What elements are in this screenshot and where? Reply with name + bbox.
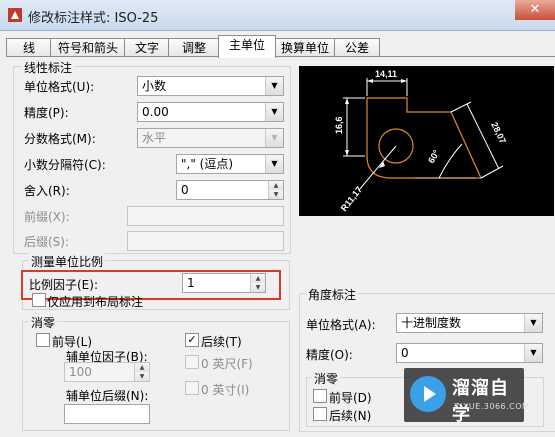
watermark-name: 溜溜自学 [452, 378, 509, 425]
tab-lines[interactable]: 线 [6, 38, 52, 57]
preview-dim-top: 14,11 [375, 69, 397, 79]
decimal-separator-value: "," (逗点) [181, 157, 234, 171]
precision-select[interactable]: 0.00 ▼ [137, 102, 284, 122]
tab-primary-units[interactable]: 主单位 [218, 35, 276, 58]
chevron-down-icon: ▼ [265, 129, 283, 147]
app-icon [8, 8, 22, 22]
title-bar: 修改标注样式: ISO-25 ✕ [0, 0, 555, 31]
feet-label: 0 英尺(F) [201, 357, 253, 371]
sub-unit-factor-value: 100 [69, 365, 92, 379]
chevron-down-icon: ▼ [524, 314, 542, 332]
angular-unit-format-value: 十进制度数 [401, 316, 462, 330]
zero-suppression-title: 消零 [29, 314, 58, 331]
sub-unit-factor-spinner: ▲ ▼ [134, 363, 149, 381]
unit-format-select[interactable]: 小数 ▼ [137, 76, 284, 96]
check-icon: ✓ [187, 333, 197, 346]
preview-drawing: 14,11 16,6 28,07 60° R11,17 [334, 69, 508, 214]
unit-format-value: 小数 [142, 79, 167, 93]
watermark-logo: 溜溜自学 ZIXUE.3066.COM [404, 368, 529, 425]
angular-precision-label: 精度(O): [306, 348, 353, 362]
chevron-down-icon: ▼ [265, 103, 283, 121]
dimension-preview: 14,11 16,6 28,07 60° R11,17 [299, 66, 554, 216]
spin-down-icon: ▼ [135, 372, 149, 381]
fraction-format-select: 水平 ▼ [137, 128, 284, 148]
spin-down-icon[interactable]: ▼ [269, 190, 283, 199]
angular-group-title: 角度标注 [306, 286, 359, 303]
round-off-label: 舍入(R): [24, 184, 70, 198]
trailing-zero-checkbox[interactable]: ✓ [185, 333, 199, 347]
tab-alternate-units[interactable]: 换算单位 [274, 38, 336, 57]
inches-label: 0 英寸(I) [201, 383, 250, 397]
angular-unit-format-label: 单位格式(A): [306, 318, 376, 332]
suffix-label: 后缀(S): [24, 235, 70, 249]
measurement-scale-title: 测量单位比例 [29, 253, 106, 270]
trailing-zero-label: 后续(T) [201, 335, 242, 349]
chevron-down-icon: ▼ [265, 155, 283, 173]
precision-label: 精度(P): [24, 106, 69, 120]
angular-unit-format-select[interactable]: 十进制度数 ▼ [396, 313, 543, 333]
layout-only-checkbox[interactable] [32, 293, 46, 307]
decimal-separator-label: 小数分隔符(C): [24, 158, 106, 172]
prefix-input[interactable] [127, 206, 284, 226]
angular-trailing-checkbox[interactable] [313, 407, 327, 421]
angular-precision-select[interactable]: 0 ▼ [396, 343, 543, 363]
linear-group-title: 线性标注 [22, 59, 75, 76]
sub-unit-suffix-label: 辅单位后缀(N): [66, 389, 149, 403]
layout-only-label: 仅应用到布局标注 [47, 295, 144, 309]
round-off-input[interactable]: 0 ▲ ▼ [176, 180, 284, 200]
tab-fit[interactable]: 调整 [168, 38, 220, 57]
suffix-input[interactable] [127, 231, 284, 251]
round-off-value: 0 [181, 183, 189, 197]
preview-dim-right: 28,07 [489, 120, 508, 145]
window-title: 修改标注样式: ISO-25 [28, 11, 159, 26]
angular-leading-label: 前导(D) [329, 391, 372, 405]
unit-format-label: 单位格式(U): [24, 80, 95, 94]
angular-zero-title: 消零 [312, 370, 341, 387]
tab-text[interactable]: 文字 [124, 38, 170, 57]
chevron-down-icon: ▼ [265, 77, 283, 95]
inches-checkbox [185, 381, 199, 395]
angular-leading-checkbox[interactable] [313, 389, 327, 403]
watermark-url: ZIXUE.3066.COM [454, 402, 530, 411]
fraction-format-value: 水平 [142, 131, 167, 145]
prefix-label: 前缀(X): [24, 210, 70, 224]
preview-dim-radius: R11,17 [339, 185, 364, 214]
angular-trailing-label: 后续(N) [329, 409, 372, 423]
play-icon [410, 376, 446, 412]
sub-unit-factor-input: 100 ▲ ▼ [64, 362, 150, 382]
round-off-spinner[interactable]: ▲ ▼ [268, 181, 283, 199]
preview-dim-angle: 60° [426, 148, 442, 165]
angular-precision-value: 0 [401, 346, 409, 360]
feet-checkbox [185, 355, 199, 369]
tab-symbols-arrows[interactable]: 符号和箭头 [50, 38, 126, 57]
preview-dim-left: 16,6 [334, 116, 344, 134]
decimal-separator-select[interactable]: "," (逗点) ▼ [176, 154, 284, 174]
precision-value: 0.00 [142, 105, 169, 119]
fraction-format-label: 分数格式(M): [24, 132, 96, 146]
leading-zero-checkbox[interactable] [36, 333, 50, 347]
chevron-down-icon: ▼ [524, 344, 542, 362]
tab-tolerances[interactable]: 公差 [334, 38, 380, 57]
close-button[interactable]: ✕ [515, 0, 555, 20]
sub-unit-suffix-input[interactable] [64, 404, 150, 424]
